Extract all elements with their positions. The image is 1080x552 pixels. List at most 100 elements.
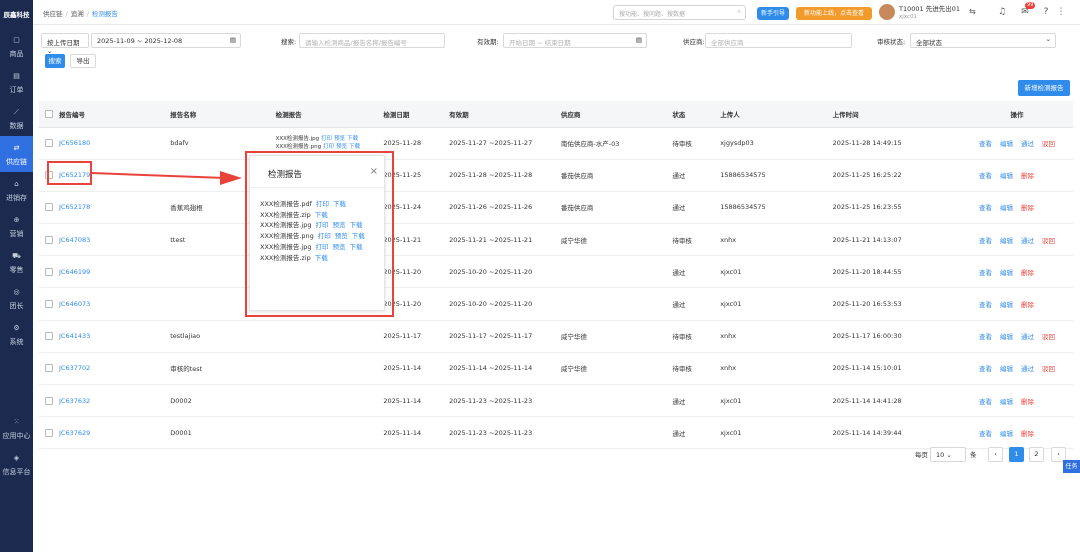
row-action[interactable]: 编辑: [1000, 204, 1013, 212]
row-checkbox[interactable]: [45, 235, 53, 244]
row-checkbox[interactable]: [45, 300, 53, 309]
sidebar-item[interactable]: ⁙ 应用中心: [0, 410, 33, 446]
print-link[interactable]: 打印: [323, 144, 334, 150]
row-action[interactable]: 通过: [1021, 237, 1034, 245]
report-id-link[interactable]: JC647083: [59, 236, 90, 244]
row-action[interactable]: 查看: [979, 333, 992, 341]
page-button-1[interactable]: 1: [1009, 447, 1024, 462]
sidebar-item[interactable]: ⌂ 进销存: [0, 172, 33, 208]
switch-icon[interactable]: ⇆: [969, 7, 976, 16]
breadcrumb-item[interactable]: 追溯: [71, 10, 84, 18]
supplier-select[interactable]: 全部供应商: [705, 33, 852, 48]
user-info[interactable]: T10001 先进先出01 xjxc01: [899, 5, 960, 21]
report-id-link[interactable]: JC641433: [59, 332, 90, 340]
row-checkbox[interactable]: [45, 332, 53, 341]
row-action[interactable]: 删除: [1021, 398, 1034, 406]
row-action[interactable]: 编辑: [1000, 172, 1013, 180]
row-action[interactable]: 编辑: [1000, 269, 1013, 277]
row-checkbox[interactable]: [45, 267, 53, 276]
more-icon[interactable]: ⋮: [1055, 6, 1067, 18]
search-input[interactable]: 请输入检测商品/报告名称/报告编号: [299, 33, 445, 48]
select-all-checkbox[interactable]: [45, 109, 53, 118]
row-action[interactable]: 驳回: [1042, 333, 1055, 341]
sidebar-item[interactable]: ⛟ 零售: [0, 244, 33, 280]
sidebar-item[interactable]: ◎ 团长: [0, 280, 33, 316]
page-button-2[interactable]: 2: [1029, 447, 1044, 462]
row-action[interactable]: 通过: [1021, 140, 1034, 148]
row-action[interactable]: 查看: [979, 365, 992, 373]
row-action[interactable]: 删除: [1021, 269, 1034, 277]
row-action[interactable]: 查看: [979, 172, 992, 180]
export-button[interactable]: 导出: [70, 54, 96, 68]
download-link[interactable]: 下载: [349, 144, 360, 150]
row-action[interactable]: 通过: [1021, 333, 1034, 341]
row-action[interactable]: 编辑: [1000, 430, 1013, 438]
report-id-link[interactable]: JC652178: [59, 203, 90, 211]
row-action[interactable]: 编辑: [1000, 365, 1013, 373]
row-action[interactable]: 查看: [979, 398, 992, 406]
avatar[interactable]: [879, 4, 895, 20]
row-checkbox[interactable]: [45, 203, 53, 212]
help-icon[interactable]: ?: [1040, 6, 1052, 18]
valid-date-picker[interactable]: 开始日期 ~ 结束日期 ▤: [503, 33, 647, 48]
sidebar-item[interactable]: ▤ 订单: [0, 64, 33, 100]
row-checkbox[interactable]: [45, 139, 53, 148]
sidebar-item[interactable]: ⚙ 系统: [0, 316, 33, 352]
row-action[interactable]: 驳回: [1042, 237, 1055, 245]
row-action[interactable]: 编辑: [1000, 333, 1013, 341]
row-action[interactable]: 查看: [979, 237, 992, 245]
row-actions: 查看 编辑 通过 驳回: [955, 223, 1073, 257]
row-action[interactable]: 删除: [1021, 172, 1034, 180]
row-action[interactable]: 删除: [1021, 301, 1034, 309]
promo-button[interactable]: 新功能上线，点击查看: [796, 7, 872, 20]
bell-icon[interactable]: ♫: [996, 6, 1008, 18]
date-range-picker[interactable]: 2025-11-09 ~ 2025-12-08 ▤: [91, 33, 241, 48]
preview-link[interactable]: 预览: [336, 144, 347, 150]
report-id-link[interactable]: JC656180: [59, 139, 90, 147]
row-action[interactable]: 驳回: [1042, 365, 1055, 373]
row-action[interactable]: 删除: [1021, 204, 1034, 212]
prev-page-button[interactable]: ‹: [988, 447, 1003, 462]
new-guide-button[interactable]: 新手引导: [757, 7, 789, 20]
row-action[interactable]: 查看: [979, 140, 992, 148]
supplier: 南佑供应商-水产-03: [554, 127, 667, 160]
status-select[interactable]: 全部状态 ⌄: [910, 33, 1056, 48]
row-action[interactable]: 通过: [1021, 365, 1034, 373]
global-search-input[interactable]: 搜功能、搜问题、搜数据 ⌕: [613, 5, 746, 20]
report-id-link[interactable]: JC646073: [59, 300, 90, 308]
print-link[interactable]: 打印: [321, 136, 332, 142]
search-button[interactable]: 搜索: [45, 54, 65, 68]
status-badge: 待审核: [666, 352, 715, 386]
per-page-select[interactable]: 10 ⌄: [930, 447, 966, 462]
report-id-link[interactable]: JC646199: [59, 268, 90, 276]
row-action[interactable]: 删除: [1021, 430, 1034, 438]
row-action[interactable]: 编辑: [1000, 237, 1013, 245]
row-action[interactable]: 查看: [979, 269, 992, 277]
highlight-box-popup: [245, 151, 394, 317]
row-action[interactable]: 编辑: [1000, 398, 1013, 406]
row-checkbox[interactable]: [45, 428, 53, 437]
row-action[interactable]: 驳回: [1042, 140, 1055, 148]
add-report-button[interactable]: 新增检测报告: [1018, 80, 1070, 96]
sidebar-item[interactable]: ◈ 信息平台: [0, 446, 33, 482]
row-checkbox[interactable]: [45, 396, 53, 405]
breadcrumb-item[interactable]: 供应链: [43, 10, 63, 18]
report-id-link[interactable]: JC637632: [59, 397, 90, 405]
report-id-link[interactable]: JC637702: [59, 364, 90, 372]
row-action[interactable]: 查看: [979, 204, 992, 212]
sidebar-item[interactable]: ⊕ 营销: [0, 208, 33, 244]
sidebar-item[interactable]: ▢ 商品: [0, 28, 33, 64]
row-action[interactable]: 编辑: [1000, 140, 1013, 148]
row-action[interactable]: 编辑: [1000, 301, 1013, 309]
row-action[interactable]: 查看: [979, 430, 992, 438]
report-id-link[interactable]: JC637629: [59, 429, 90, 437]
task-button[interactable]: 任务: [1063, 460, 1080, 473]
preview-link[interactable]: 预览: [334, 136, 345, 142]
sidebar-item[interactable]: ⟋ 数据: [0, 100, 33, 136]
date-type-select[interactable]: 按上传日期 ⌄: [41, 33, 89, 55]
row-checkbox[interactable]: [45, 364, 53, 373]
row-action[interactable]: 查看: [979, 301, 992, 309]
breadcrumb-current: 检测报告: [91, 10, 118, 18]
download-link[interactable]: 下载: [347, 136, 358, 142]
sidebar-item[interactable]: ⇄ 供应链: [0, 136, 33, 172]
